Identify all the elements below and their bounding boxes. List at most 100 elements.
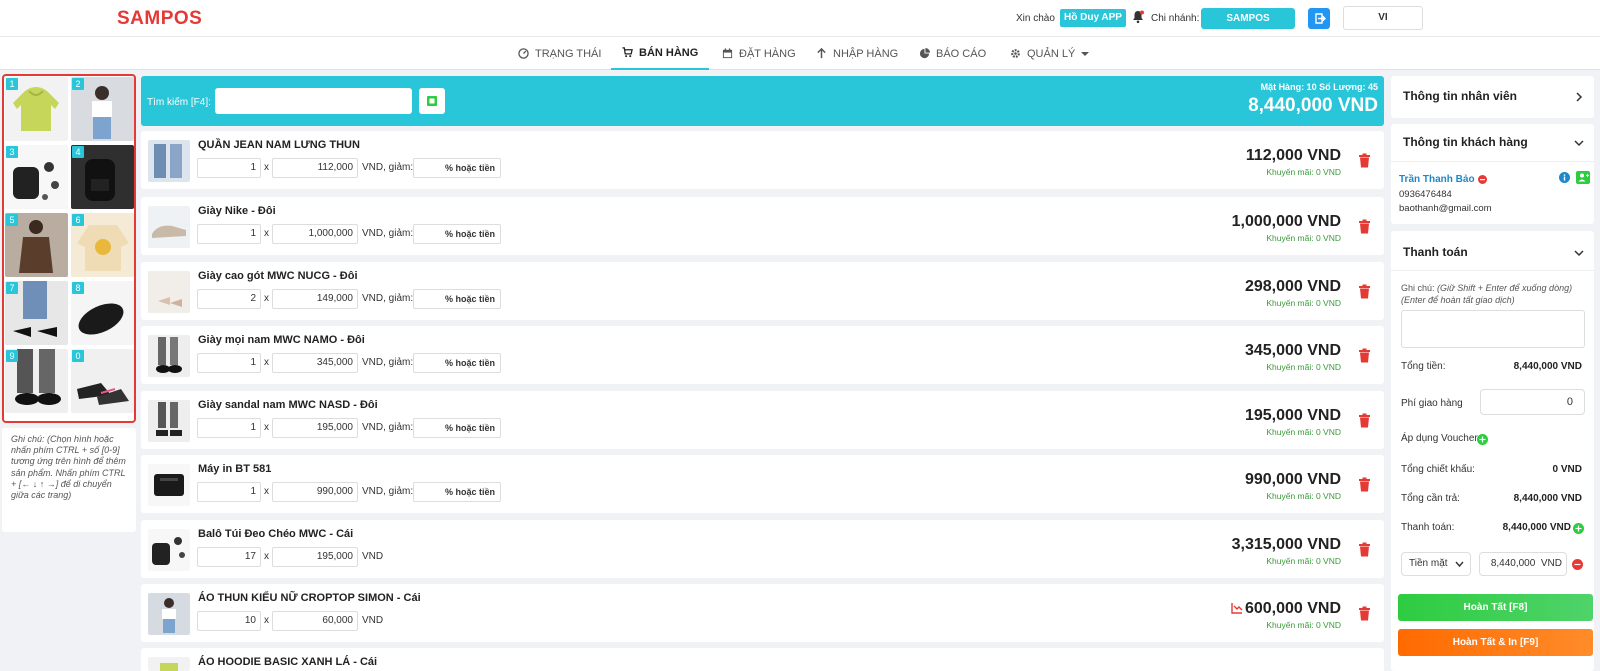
add-customer-button[interactable] — [1576, 171, 1590, 184]
quantity-input[interactable]: 1 — [197, 418, 261, 438]
search-bar: Tìm kiếm [F4]: Mặt Hàng: 10 Số Lượng: 45… — [141, 76, 1384, 126]
chevron-right-icon[interactable] — [1574, 92, 1584, 102]
thumbnail-3[interactable]: 3 — [5, 145, 68, 209]
thumbnail-7[interactable]: 7 — [5, 281, 68, 345]
logout-button[interactable] — [1308, 8, 1330, 29]
price-input[interactable]: 195,000 — [272, 418, 358, 438]
user-badge[interactable]: Hồ Duy APP — [1060, 9, 1126, 27]
nav-nhap-hang[interactable]: NHẬP HÀNG — [816, 37, 898, 70]
product-image — [148, 593, 190, 635]
branch-label: Chi nhánh: — [1151, 13, 1200, 24]
trash-icon[interactable] — [1358, 153, 1371, 168]
price-input[interactable]: 60,000 — [272, 611, 358, 631]
remove-customer-icon[interactable] — [1478, 175, 1487, 184]
staff-info-panel[interactable]: Thông tin nhân viên — [1391, 76, 1594, 118]
quantity-input[interactable]: 1 — [197, 158, 261, 178]
thumbnail-6[interactable]: 6 — [71, 213, 134, 277]
trash-icon[interactable] — [1358, 477, 1371, 492]
line-total: 195,000 VND — [1244, 407, 1341, 424]
scan-icon — [427, 96, 437, 106]
quantity-input[interactable]: 1 — [197, 353, 261, 373]
remove-payment-icon[interactable] — [1572, 559, 1583, 570]
thumbnail-9[interactable]: 9 — [5, 349, 68, 413]
payment-title: Thanh toán — [1403, 245, 1468, 259]
nav-bao-cao[interactable]: BÁO CÁO — [919, 37, 986, 70]
complete-button[interactable]: Hoàn Tất [F8] — [1398, 594, 1593, 621]
thumbnail-1[interactable]: 1 — [5, 77, 68, 141]
bell-icon[interactable] — [1131, 10, 1145, 24]
branch-selector[interactable]: SAMPOS — [1201, 8, 1295, 29]
info-icon[interactable] — [1559, 172, 1570, 183]
complete-print-button[interactable]: Hoàn Tất & In [F9] — [1398, 629, 1593, 656]
cart-row: Giày sandal nam MWC NASD - Đôi 1 x 195,0… — [141, 391, 1384, 449]
discount-input[interactable]: % hoặc tiền — [413, 353, 501, 373]
chevron-down-icon[interactable] — [1574, 138, 1584, 148]
paid-value: 8,440,000 VND — [1502, 522, 1571, 533]
nav-dat-hang[interactable]: ĐẶT HÀNG — [722, 37, 796, 70]
trash-icon[interactable] — [1358, 348, 1371, 363]
quick-product-grid: 1 2 3 4 5 6 7 8 9 0 — [2, 74, 136, 423]
thumbnail-4[interactable]: 4 — [71, 145, 134, 209]
product-name: QUẦN JEAN NAM LƯNG THUN — [198, 139, 360, 151]
shipping-label: Phí giao hàng — [1401, 398, 1463, 409]
trash-icon[interactable] — [1358, 606, 1371, 621]
paid-label: Thanh toán: — [1401, 522, 1455, 533]
barcode-scan-button[interactable] — [419, 88, 445, 114]
discount-input[interactable]: % hoặc tiền — [413, 158, 501, 178]
nav-quan-ly[interactable]: QUẢN LÝ — [1010, 37, 1090, 70]
app-logo[interactable]: SAMPOS — [117, 8, 202, 30]
nav-trang-thai[interactable]: TRẠNG THÁI — [518, 37, 601, 70]
thumbnail-2[interactable]: 2 — [71, 77, 134, 141]
shipping-fee-input[interactable]: 0 — [1480, 389, 1585, 415]
cart-total: 8,440,000 VND — [1248, 95, 1378, 116]
thumbnail-5[interactable]: 5 — [5, 213, 68, 277]
cart-row: Giày cao gót MWC NUCG - Đôi 2 x 149,000 … — [141, 262, 1384, 320]
line-total: 3,315,000 VND — [1231, 536, 1341, 553]
nav-ban-hang[interactable]: BÁN HÀNG — [611, 37, 710, 70]
staff-info-title: Thông tin nhân viên — [1403, 89, 1517, 103]
payment-amount-input[interactable]: 8,440,000 VND — [1479, 552, 1567, 576]
cart-row: Máy in BT 581 1 x 990,000 VND, giảm: % h… — [141, 455, 1384, 513]
promotion-text: Khuyến mãi: 0 VND — [1266, 362, 1341, 372]
product-image — [148, 206, 190, 248]
line-total: 990,000 VND — [1244, 471, 1341, 488]
chevron-down-icon — [1455, 561, 1464, 568]
promotion-text: Khuyến mãi: 0 VND — [1266, 556, 1341, 566]
price-input[interactable]: 1,000,000 — [272, 224, 358, 244]
quantity-input[interactable]: 2 — [197, 289, 261, 309]
price-input[interactable]: 112,000 — [272, 158, 358, 178]
add-payment-icon[interactable] — [1573, 523, 1584, 534]
price-input[interactable]: 195,000 — [272, 547, 358, 567]
trash-icon[interactable] — [1358, 413, 1371, 428]
trash-icon[interactable] — [1358, 542, 1371, 557]
cart-row: Giày Nike - Đôi 1 x 1,000,000 VND, giảm:… — [141, 197, 1384, 255]
discount-input[interactable]: % hoặc tiền — [413, 224, 501, 244]
quantity-input[interactable]: 17 — [197, 547, 261, 567]
customer-name[interactable]: Trần Thanh Bảo — [1399, 174, 1475, 185]
thumbnail-0[interactable]: 0 — [71, 349, 134, 413]
trash-icon[interactable] — [1358, 219, 1371, 234]
discount-input[interactable]: % hoặc tiền — [413, 289, 501, 309]
add-voucher-icon[interactable] — [1477, 434, 1488, 445]
total-value: 8,440,000 VND — [1513, 361, 1582, 372]
cart-row: ÁO HOODIE BASIC XANH LÁ - Cái — [141, 648, 1384, 671]
search-input[interactable] — [215, 88, 412, 114]
quantity-input[interactable]: 1 — [197, 482, 261, 502]
trash-icon[interactable] — [1358, 284, 1371, 299]
price-input[interactable]: 149,000 — [272, 289, 358, 309]
quantity-input[interactable]: 1 — [197, 224, 261, 244]
quantity-input[interactable]: 10 — [197, 611, 261, 631]
caret-down-icon — [1081, 51, 1090, 56]
discount-input[interactable]: % hoặc tiền — [413, 482, 501, 502]
language-selector[interactable]: VI — [1343, 6, 1423, 30]
discount-input[interactable]: % hoặc tiền — [413, 418, 501, 438]
payment-method-select[interactable]: Tiền mặt — [1401, 552, 1471, 576]
voucher-label[interactable]: Áp dụng Voucher — [1401, 433, 1478, 444]
price-input[interactable]: 990,000 — [272, 482, 358, 502]
chevron-down-icon[interactable] — [1574, 248, 1584, 258]
price-input[interactable]: 345,000 — [272, 353, 358, 373]
customer-info-panel: Thông tin khách hàng Trần Thanh Bảo 0936… — [1391, 124, 1594, 224]
customer-info-title: Thông tin khách hàng — [1403, 135, 1528, 149]
thumbnail-8[interactable]: 8 — [71, 281, 134, 345]
order-note-input[interactable] — [1401, 310, 1585, 348]
